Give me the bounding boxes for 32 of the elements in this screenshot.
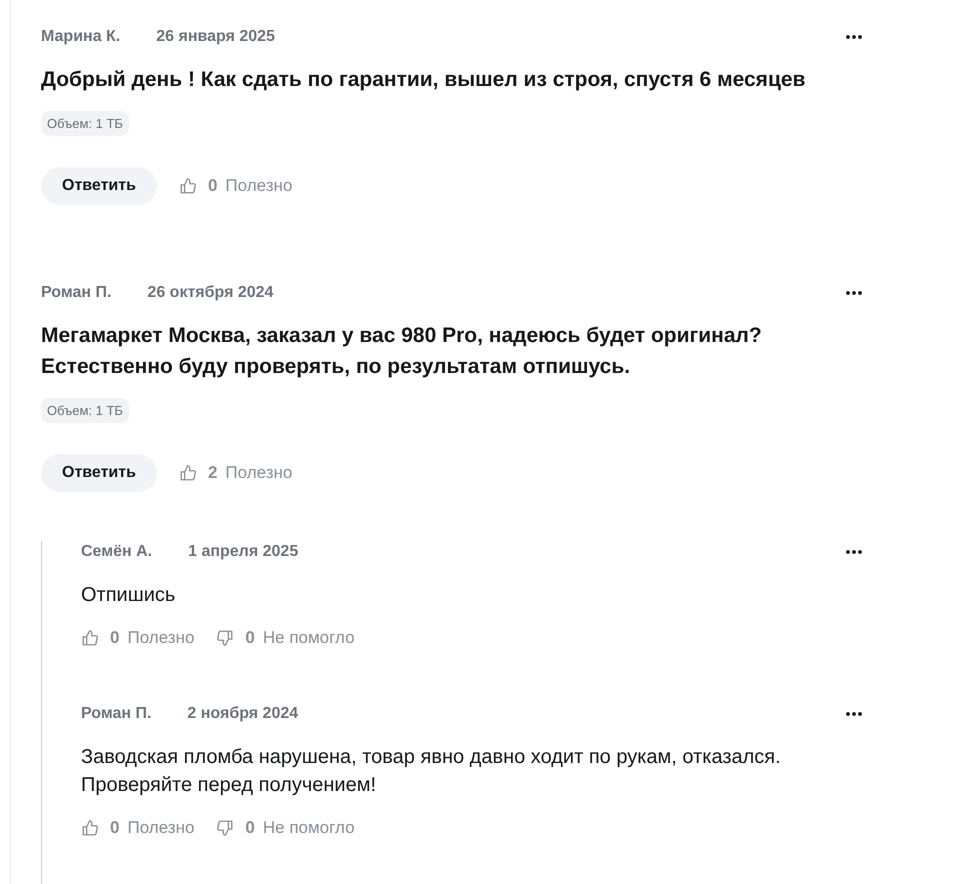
thumbs-down-icon[interactable] xyxy=(216,629,234,647)
reply-button[interactable]: Ответить xyxy=(41,454,157,492)
volume-tag: Объем: 1 ТБ xyxy=(41,111,129,136)
not-helpful-button[interactable]: 0 Не помогло xyxy=(216,818,355,838)
author-name: Роман П. xyxy=(41,283,112,303)
thumbs-up-icon[interactable] xyxy=(178,177,197,195)
comment-date: 1 апреля 2025 xyxy=(188,542,298,562)
comment-date: 26 октября 2024 xyxy=(147,283,274,303)
not-helpful-button[interactable]: 0 Не помогло xyxy=(216,628,355,648)
helpful-button[interactable]: 0 Полезно xyxy=(81,818,194,838)
author-name: Роман П. xyxy=(81,704,152,724)
comment-date: 2 ноября 2024 xyxy=(187,704,298,724)
more-options-icon[interactable] xyxy=(846,291,862,295)
helpful-button[interactable]: 0 Полезно xyxy=(178,176,292,196)
thumbs-up-icon[interactable] xyxy=(178,464,197,482)
more-options-icon[interactable] xyxy=(846,712,862,716)
more-options-icon[interactable] xyxy=(846,35,862,39)
author-name: Марина К. xyxy=(41,27,120,47)
thumbs-down-icon[interactable] xyxy=(216,819,234,837)
comment-text: Мегамаркет Москва, заказал у вас 980 Pro, надеюсь будет оригинал? Естественно буду проверять, по результатам отпишусь. xyxy=(41,323,763,380)
reply-button[interactable]: Ответить xyxy=(41,167,157,205)
comment-date: 26 января 2025 xyxy=(156,27,275,47)
volume-tag: Объем: 1 ТБ xyxy=(41,398,129,423)
reply-text: Заводская пломба нарушена, товар явно давно ходит по рукам, отказался. Проверяйте перед получением! xyxy=(81,745,782,798)
helpful-button[interactable]: 2 Полезно xyxy=(178,463,292,483)
comment-text: Добрый день ! Как сдать по гарантии, вышел из строя, спустя 6 месяцев xyxy=(41,67,806,93)
thumbs-up-icon[interactable] xyxy=(81,629,99,647)
author-name: Семён А. xyxy=(81,542,152,562)
helpful-button[interactable]: 0 Полезно xyxy=(81,628,194,648)
reply-text: Отпишись xyxy=(81,583,176,608)
thumbs-up-icon[interactable] xyxy=(81,819,99,837)
more-options-icon[interactable] xyxy=(846,550,862,554)
